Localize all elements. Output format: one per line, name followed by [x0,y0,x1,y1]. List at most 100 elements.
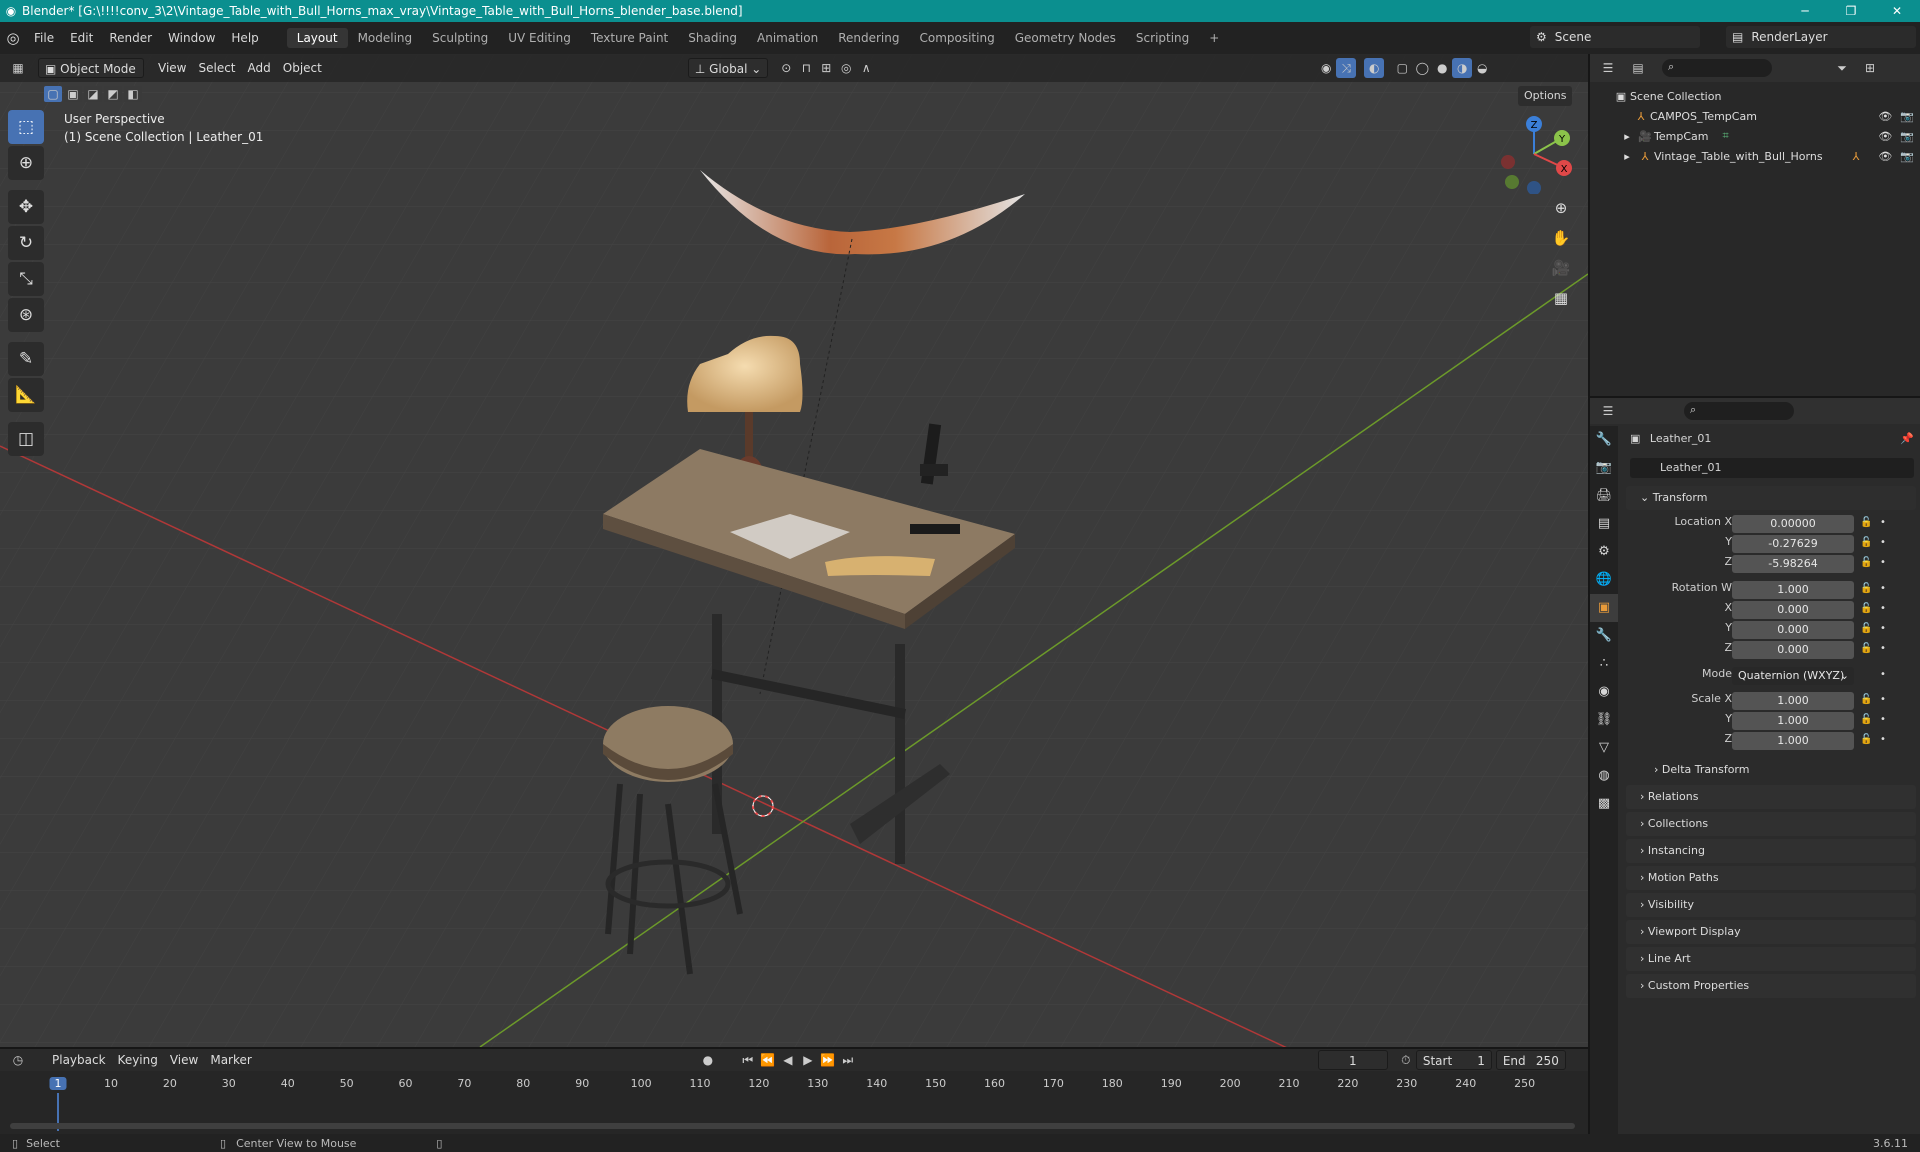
expand-arrow-icon[interactable]: ▸ [1618,150,1636,163]
transform-panel-header[interactable]: ⌄ Transform [1626,486,1916,510]
camera-render-icon[interactable]: 📷 [1900,110,1914,123]
menu-edit[interactable]: Edit [62,31,101,45]
tab-rendering[interactable]: Rendering [828,28,909,48]
filter-icon[interactable]: ⏷ [1832,58,1852,78]
tab-scripting[interactable]: Scripting [1126,28,1199,48]
move-tool-icon[interactable]: ✥ [8,190,44,224]
keyframe-dot-icon[interactable]: • [1880,714,1886,725]
keyframe-dot-icon[interactable]: • [1880,557,1886,568]
constraints-tab-icon[interactable]: ⛓ [1590,706,1618,734]
modifier-tab-icon[interactable]: 🔧 [1590,622,1618,650]
properties-search-input[interactable]: ⌕ [1684,402,1794,420]
blender-menu-icon[interactable]: ◎ [0,29,26,47]
editor-type-icon[interactable]: ☰ [1598,401,1618,421]
add-cube-tool-icon[interactable]: ◫ [8,422,44,456]
location-z-field[interactable]: -5.98264 [1732,555,1854,573]
prev-keyframe-icon[interactable]: ⏪ [758,1050,778,1070]
navigation-gizmo[interactable]: Z Y X [1494,114,1574,194]
end-frame-field[interactable]: End 250 [1495,1050,1566,1070]
view-layer-tab-icon[interactable]: ▤ [1590,510,1618,538]
rotation-mode-dropdown[interactable]: Quaternion (WXYZ) ⌄ [1732,667,1854,685]
keyframe-dot-icon[interactable]: • [1880,643,1886,654]
panel-visibility[interactable]: › Visibility [1626,893,1916,917]
timeline-scrollbar[interactable] [10,1123,1575,1129]
menu-playback[interactable]: Playback [46,1050,112,1070]
lock-icon[interactable]: 🔓 [1860,623,1872,634]
start-frame-field[interactable]: Start 1 [1415,1050,1492,1070]
rotation-w-field[interactable]: 1.000 [1732,581,1854,599]
tab-texture-paint[interactable]: Texture Paint [581,28,678,48]
keyframe-dot-icon[interactable]: • [1880,583,1886,594]
tab-compositing[interactable]: Compositing [909,28,1004,48]
options-dropdown[interactable]: Options [1518,86,1573,106]
panel-collections[interactable]: › Collections [1626,812,1916,836]
menu-help[interactable]: Help [223,31,266,45]
panel-motion-paths[interactable]: › Motion Paths [1626,866,1916,890]
camera-view-icon[interactable]: 🎥 [1546,254,1576,282]
render-tab-icon[interactable]: 📷 [1590,454,1618,482]
new-collection-icon[interactable]: ⊞ [1860,58,1880,78]
camera-render-icon[interactable]: 📷 [1900,130,1914,143]
clock-editor-icon[interactable]: ◷ [8,1050,28,1070]
rotation-x-field[interactable]: 0.000 [1732,601,1854,619]
outliner-row-campos-tempcam[interactable]: ⅄ CAMPOS_TempCam 👁 📷 [1590,106,1920,126]
snap-icon[interactable]: ⊓ [796,58,816,78]
lock-icon[interactable]: 🔓 [1860,714,1872,725]
editor-type-icon[interactable]: ☰ [1598,58,1618,78]
lock-icon[interactable]: 🔓 [1860,603,1872,614]
falloff-icon[interactable]: ∧ [856,58,876,78]
panel-viewport-display[interactable]: › Viewport Display [1626,920,1916,944]
next-keyframe-icon[interactable]: ⏩ [818,1050,838,1070]
select-box-tool-icon[interactable]: ⬚ [8,110,44,144]
orientation-selector[interactable]: ⊥ Global ⌄ [687,58,769,78]
material-tab-icon[interactable]: ◍ [1590,762,1618,790]
jump-end-icon[interactable]: ⏭ [838,1050,858,1070]
object-name-field[interactable]: Leather_01 [1630,458,1914,478]
minimize-button[interactable]: ─ [1782,0,1828,22]
solid-shading-icon[interactable]: ● [1432,58,1452,78]
select-subtract-icon[interactable]: ◪ [84,86,102,102]
tab-layout[interactable]: Layout [286,28,348,48]
tab-animation[interactable]: Animation [747,28,828,48]
select-intersect-icon[interactable]: ◧ [124,86,142,102]
annotate-tool-icon[interactable]: ✎ [8,342,44,376]
play-reverse-icon[interactable]: ◀ [778,1050,798,1070]
outliner-row-tempcam[interactable]: ▸ 🎥 TempCam ⌗ 👁 📷 [1590,126,1920,146]
overlay-toggle-icon[interactable]: ◐ [1364,58,1385,78]
tab-sculpting[interactable]: Sculpting [422,28,498,48]
expand-arrow-icon[interactable]: ▸ [1618,130,1636,143]
lock-icon[interactable]: 🔓 [1860,734,1872,745]
play-icon[interactable]: ▶ [798,1050,818,1070]
pan-hand-icon[interactable]: ✋ [1546,224,1576,252]
panel-relations[interactable]: › Relations [1626,785,1916,809]
particles-tab-icon[interactable]: ∴ [1590,650,1618,678]
eye-icon[interactable]: 👁 [1878,110,1892,123]
outliner-row-scene-collection[interactable]: ▣ Scene Collection [1590,86,1920,106]
location-x-field[interactable]: 0.00000 [1732,515,1854,533]
rendered-shading-icon[interactable]: ◒ [1472,58,1492,78]
eye-icon[interactable]: 👁 [1878,150,1892,163]
pivot-icon[interactable]: ⊙ [776,58,796,78]
tab-geometry-nodes[interactable]: Geometry Nodes [1005,28,1126,48]
menu-add[interactable]: Add [242,58,277,78]
panel-instancing[interactable]: › Instancing [1626,839,1916,863]
pin-icon[interactable]: 📌 [1900,432,1914,445]
scale-z-field[interactable]: 1.000 [1732,732,1854,750]
add-workspace-button[interactable]: + [1199,28,1229,48]
xray-icon[interactable]: ▢ [1392,58,1412,78]
keyframe-dot-icon[interactable]: • [1880,623,1886,634]
wireframe-shading-icon[interactable]: ◯ [1412,58,1432,78]
eye-icon[interactable]: 👁 [1878,130,1892,143]
world-tab-icon[interactable]: 🌐 [1590,566,1618,594]
lock-icon[interactable]: 🔓 [1860,643,1872,654]
texture-tab-icon[interactable]: ▩ [1590,790,1618,818]
keyframe-dot-icon[interactable]: • [1880,694,1886,705]
stopwatch-icon[interactable]: ⏱ [1396,1050,1416,1070]
camera-render-icon[interactable]: 📷 [1900,150,1914,163]
select-new-icon[interactable]: ▢ [44,86,62,102]
menu-view[interactable]: View [164,1050,204,1070]
snap-target-icon[interactable]: ⊞ [816,58,836,78]
transform-tool-icon[interactable]: ⊛ [8,298,44,332]
lock-icon[interactable]: 🔓 [1860,537,1872,548]
tab-modeling[interactable]: Modeling [348,28,423,48]
